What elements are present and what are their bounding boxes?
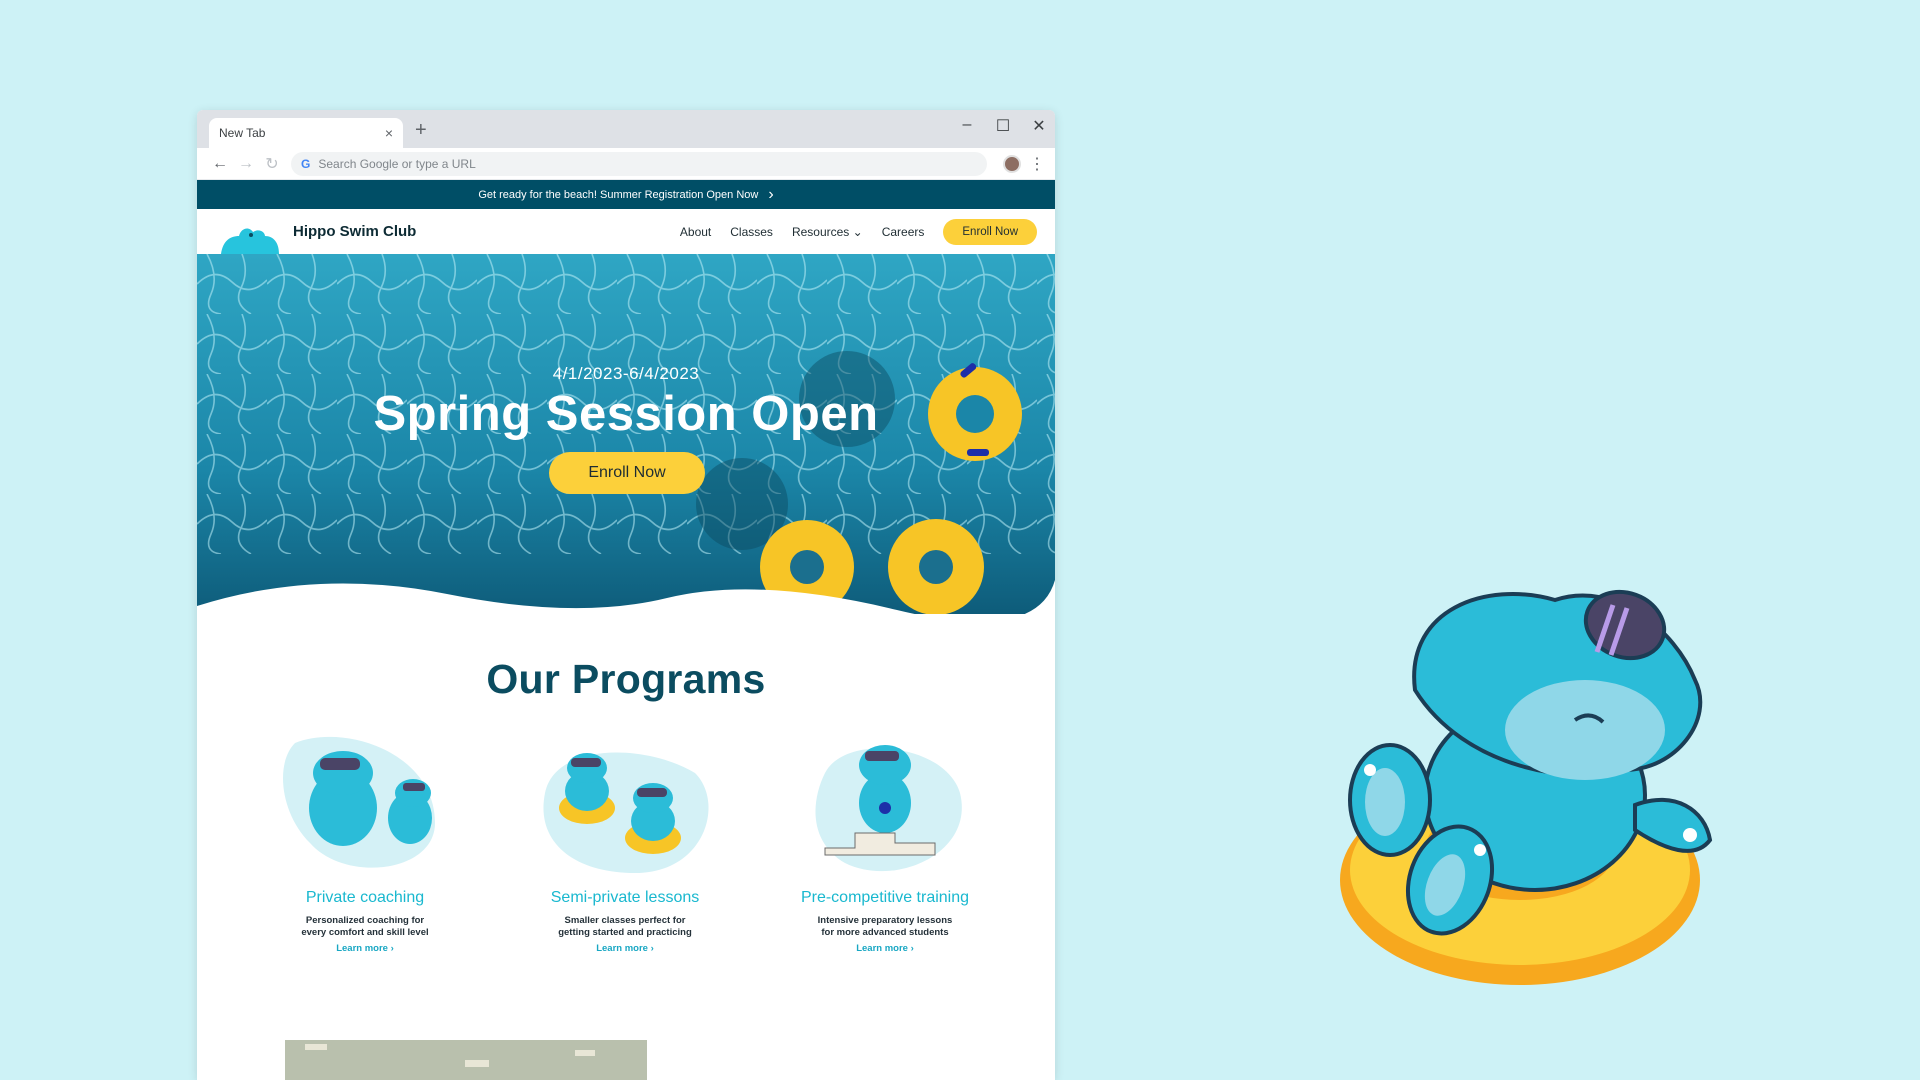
tab-strip: New Tab × + – ☐ ✕ [197,110,1055,148]
nav-classes[interactable]: Classes [730,225,773,239]
programs-list: Private coaching Personalized coaching f… [197,713,1055,973]
session-dates: 4/1/2023-6/4/2023 [552,364,700,383]
programs-heading: Our Programs [486,656,766,702]
announcement-text: Get ready for the beach! Summer Registra… [478,188,759,201]
nav-resources-label: Resources [791,224,850,239]
learn-more-link[interactable]: Learn more › [265,943,465,954]
brand-name: Hippo Swim Club [293,223,417,240]
reload-icon[interactable]: ↻ [259,154,285,174]
minimize-icon[interactable]: – [959,116,975,136]
learn-more-link[interactable]: Learn more › [525,943,725,954]
program-description-line: getting started and practicing [558,927,692,938]
program-card-pre-competitive: Pre-competitive training Intensive prepa… [785,713,985,954]
facility-photo [285,1040,647,1080]
nav-about[interactable]: About [680,225,711,239]
address-bar[interactable]: G Search Google or type a URL [291,151,987,176]
hero-title: Spring Session Open [373,387,879,441]
maximize-icon[interactable]: ☐ [995,116,1011,136]
program-title: Private coaching [305,889,425,906]
hero-enroll-button[interactable]: Enroll Now [549,452,705,494]
browser-toolbar: ← → ↻ G Search Google or type a URL ⋮ [197,148,1055,180]
google-icon: G [301,156,311,171]
site-navbar: Hippo Swim Club About Classes Resources … [197,209,1055,254]
program-description: Intensive preparatory lessons for more a… [785,915,985,939]
tab-title: New Tab [219,126,266,140]
tab-new-tab[interactable]: New Tab × [209,118,403,148]
hippo-podium-illustration [785,713,985,883]
menu-icon[interactable]: ⋮ [1029,154,1045,174]
hero-section: 4/1/2023-6/4/2023 Spring Session Open En… [197,254,1055,614]
program-description-line: every comfort and skill level [301,927,429,938]
close-window-icon[interactable]: ✕ [1031,116,1047,136]
program-description: Personalized coaching for every comfort … [265,915,465,939]
program-card-private: Private coaching Personalized coaching f… [265,713,465,954]
program-title: Pre-competitive training [800,889,970,906]
program-title: Semi-private lessons [550,889,700,906]
hippo-mascot-illustration [1335,570,1725,990]
program-description-line: for more advanced students [821,927,949,938]
program-description-line: Smaller classes perfect for [564,915,686,926]
program-card-semi-private: Semi-private lessons Smaller classes per… [525,713,725,954]
hippo-logo[interactable]: Hippo Swim Club [219,209,416,254]
window-controls: – ☐ ✕ [959,116,1047,136]
chevron-right-icon: › [768,185,774,203]
back-icon[interactable]: ← [207,155,233,173]
primary-nav: About Classes Resources ⌄ Careers Enroll… [680,218,1037,245]
learn-more-link[interactable]: Learn more › [785,943,985,954]
forward-icon[interactable]: → [233,155,259,173]
omnibox-placeholder: Search Google or type a URL [318,156,476,171]
tab-close-icon[interactable]: × [385,125,393,141]
yellow-float-ring-3 [888,519,984,614]
website: Get ready for the beach! Summer Registra… [197,180,1055,973]
program-description-line: Intensive preparatory lessons [817,915,953,926]
new-tab-button[interactable]: + [415,119,427,142]
hippo-coach-illustration [265,713,465,883]
nav-enroll-button[interactable]: Enroll Now [943,218,1037,245]
announcement-banner[interactable]: Get ready for the beach! Summer Registra… [197,180,1055,209]
program-description-line: Personalized coaching for [305,915,425,926]
nav-resources[interactable]: Resources ⌄ [792,225,863,239]
chevron-down-icon: ⌄ [852,224,863,239]
browser-window: New Tab × + – ☐ ✕ ← → ↻ G Search Google … [197,110,1055,1080]
profile-avatar[interactable] [1003,154,1021,173]
nav-careers[interactable]: Careers [882,225,925,239]
program-description: Smaller classes perfect for getting star… [525,915,725,939]
hippos-floating-illustration [525,713,725,883]
